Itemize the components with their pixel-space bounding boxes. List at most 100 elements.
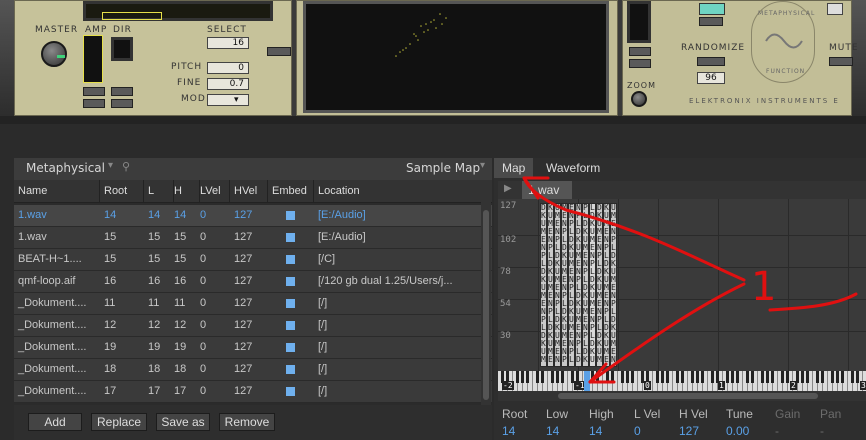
root-label: Root (502, 407, 528, 421)
mod-dropdown[interactable]: ▾ (207, 94, 249, 106)
table-row[interactable]: 1.wav 15 15 15 0 127 [E:/Audio] (14, 227, 492, 249)
cell-lvel: 0 (200, 231, 207, 243)
waveform-selection (102, 12, 162, 20)
embed-checkbox[interactable] (286, 321, 295, 330)
col-hvel[interactable]: HVel (230, 180, 268, 202)
col-name[interactable]: Name (14, 180, 100, 202)
cell-h: 14 (174, 209, 187, 221)
add-button[interactable]: Add (28, 413, 82, 431)
pan-label: Pan (820, 407, 842, 421)
table-row[interactable]: _Dokument.... 11 11 11 0 127 [/] (14, 293, 492, 315)
zoom-meter (627, 1, 651, 43)
col-embed[interactable]: Embed (268, 180, 314, 202)
replace-button[interactable]: Replace (91, 413, 147, 431)
pitch-label: PITCH (171, 62, 203, 72)
select-label: SELECT (207, 25, 247, 35)
table-row[interactable]: _Dokument.... 18 18 18 0 127 [/] (14, 359, 492, 381)
remove-button[interactable]: Remove (219, 413, 275, 431)
cell-hvel: 127 (234, 385, 253, 397)
randomize-label: RANDOMIZE (681, 43, 746, 53)
dir-button-2[interactable] (111, 99, 133, 108)
browser-toolbar: Metaphysical ▾ ⚲ Sample Map ▾ (14, 158, 492, 181)
randomize-button[interactable] (697, 57, 725, 66)
led-button-2[interactable] (699, 17, 723, 26)
lvel-label: L Vel (634, 407, 661, 421)
cell-name: _Dokument.... (18, 319, 87, 331)
cell-l: 15 (148, 231, 161, 243)
mute-label: MUTE (829, 43, 859, 53)
table-row[interactable]: BEAT-H~1.... 15 15 15 0 127 [/C] (14, 249, 492, 271)
embed-checkbox[interactable] (286, 299, 295, 308)
cell-h: 15 (174, 231, 187, 243)
annotation-arrow-map (522, 176, 746, 282)
cell-root: 18 (104, 363, 117, 375)
col-location[interactable]: Location (314, 180, 480, 202)
embed-checkbox[interactable] (286, 233, 295, 242)
mute-led (827, 3, 843, 15)
cell-h: 16 (174, 275, 187, 287)
embed-checkbox[interactable] (286, 387, 295, 396)
cell-hvel: 127 (234, 231, 253, 243)
cell-name: qmf-loop.aif (18, 275, 76, 287)
view-selector[interactable]: Sample Map (406, 161, 480, 175)
cell-l: 17 (148, 385, 161, 397)
table-row[interactable]: qmf-loop.aif 16 16 16 0 127 [/120 gb dual 1.25… (14, 271, 492, 293)
low-label: Low (546, 407, 569, 421)
lvel-value[interactable]: 0 (634, 424, 641, 438)
tune-value[interactable]: 0.00 (726, 424, 749, 438)
select-display: 16 (207, 37, 249, 49)
zoom-button-1[interactable] (629, 47, 651, 56)
cell-name: 1.wav (18, 231, 47, 243)
led-button[interactable] (699, 3, 725, 15)
amp-button-1[interactable] (83, 87, 105, 96)
cell-lvel: 0 (200, 363, 207, 375)
cell-l: 19 (148, 341, 161, 353)
preset-name[interactable]: Metaphysical (26, 161, 105, 175)
table-row[interactable]: _Dokument.... 19 19 19 0 127 [/] (14, 337, 492, 359)
chevron-down-icon[interactable]: ▾ (480, 160, 485, 171)
search-icon[interactable]: ⚲ (122, 160, 130, 173)
logo-bottom-text: FUNCTION (766, 68, 806, 75)
embed-checkbox[interactable] (286, 211, 295, 220)
low-value[interactable]: 14 (546, 424, 559, 438)
master-label: MASTER (35, 25, 79, 35)
metaphysical-logo: METAPHYSICAL FUNCTION (751, 1, 815, 83)
hvel-value[interactable]: 127 (679, 424, 699, 438)
dir-button-1[interactable] (111, 87, 133, 96)
embed-checkbox[interactable] (286, 365, 295, 374)
cell-location: [/] (318, 341, 328, 353)
chevron-down-icon[interactable]: ▾ (108, 160, 113, 171)
embed-checkbox[interactable] (286, 277, 295, 286)
cell-location: [E:/Audio] (318, 209, 366, 221)
chevron-down-icon: ▾ (234, 95, 239, 105)
cell-lvel: 0 (200, 385, 207, 397)
cell-hvel: 127 (234, 319, 253, 331)
high-value[interactable]: 14 (589, 424, 602, 438)
table-row[interactable]: 1.wav 14 14 14 0 127 [E:/Audio] (14, 205, 492, 227)
amp-button-2[interactable] (83, 99, 105, 108)
embed-checkbox[interactable] (286, 255, 295, 264)
root-value[interactable]: 14 (502, 424, 515, 438)
randomize-display: 96 (697, 72, 725, 84)
col-lvel[interactable]: LVel (196, 180, 230, 202)
cell-name: _Dokument.... (18, 297, 87, 309)
embed-checkbox[interactable] (286, 343, 295, 352)
scrollbar-thumb[interactable] (483, 210, 489, 400)
cell-h: 18 (174, 363, 187, 375)
save-as-button[interactable]: Save as (156, 413, 210, 431)
cell-l: 14 (148, 209, 161, 221)
amp-label: AMP (85, 25, 108, 35)
amp-meter (83, 35, 103, 83)
cell-root: 16 (104, 275, 117, 287)
visualizer-screen (303, 1, 609, 113)
zoom-button-2[interactable] (629, 59, 651, 68)
cell-lvel: 0 (200, 297, 207, 309)
master-knob[interactable] (41, 41, 67, 67)
mute-button[interactable] (829, 57, 853, 66)
zoom-knob[interactable] (631, 91, 647, 107)
table-row[interactable]: _Dokument.... 12 12 12 0 127 [/] (14, 315, 492, 337)
cell-root: 15 (104, 253, 117, 265)
col-root[interactable]: Root (100, 180, 144, 202)
table-row[interactable]: _Dokument.... 17 17 17 0 127 [/] (14, 381, 492, 403)
select-button[interactable] (267, 47, 291, 56)
